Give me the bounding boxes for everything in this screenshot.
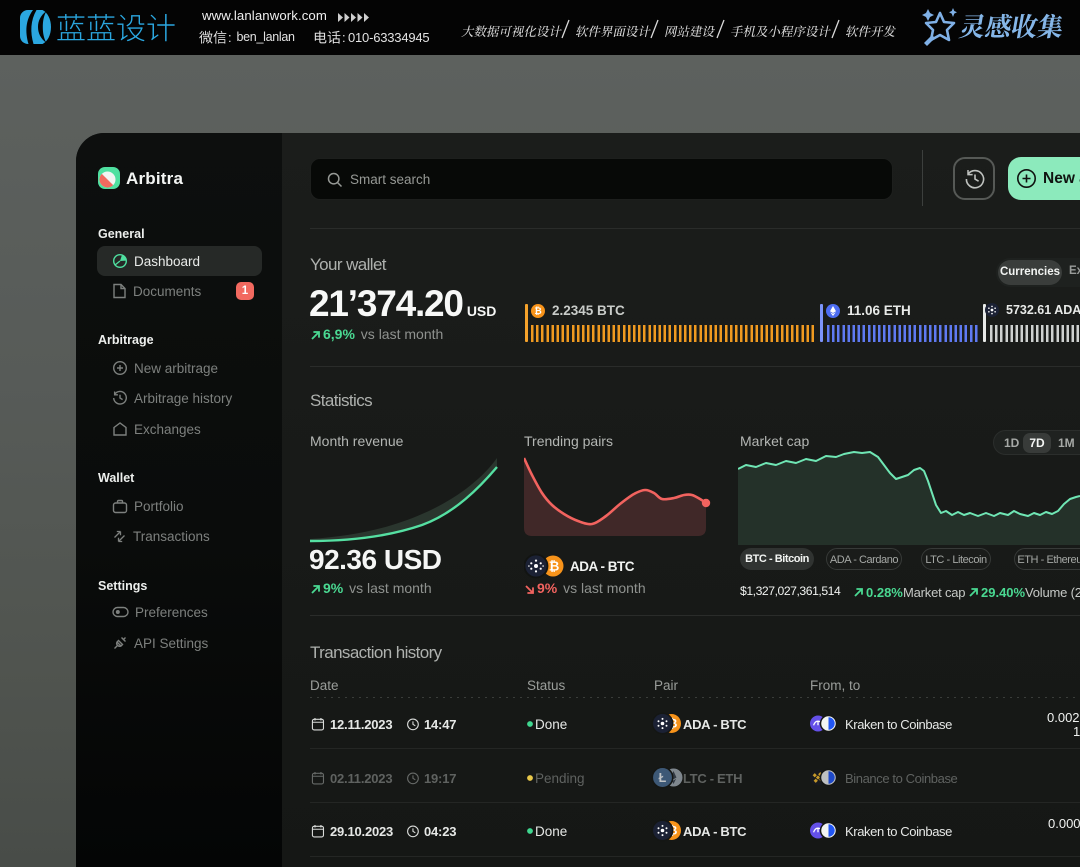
svg-text:₿: ₿	[534, 306, 541, 316]
svg-text:₿: ₿	[549, 559, 560, 574]
